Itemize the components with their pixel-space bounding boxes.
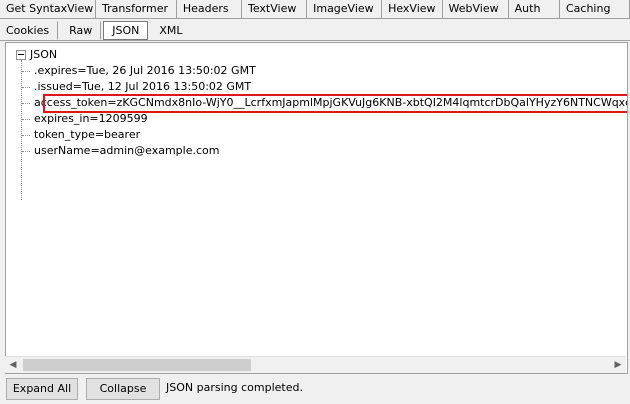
tab-raw[interactable]: Raw xyxy=(60,20,102,40)
inspector-tabs: Get SyntaxView Transformer Headers TextV… xyxy=(0,0,630,20)
tree-node-label: .expires=Tue, 26 Jul 2016 13:50:02 GMT xyxy=(34,64,256,77)
tab-textview[interactable]: TextView xyxy=(241,0,308,19)
tab-transformer[interactable]: Transformer xyxy=(96,0,177,19)
tab-caching[interactable]: Caching xyxy=(559,0,630,19)
tab-get-syntaxview[interactable]: Get SyntaxView xyxy=(0,0,96,19)
tab-auth[interactable]: Auth xyxy=(508,0,560,19)
tab-json[interactable]: JSON xyxy=(103,20,149,40)
tab-cookies[interactable]: Cookies xyxy=(0,20,59,40)
tree-node-label: .issued=Tue, 12 Jul 2016 13:50:02 GMT xyxy=(34,80,252,93)
expand-all-button[interactable]: Expand All xyxy=(6,378,78,400)
tree-root-label: JSON xyxy=(30,48,58,61)
horizontal-scrollbar[interactable]: ◀ ▶ xyxy=(5,356,626,373)
response-subtabs: Cookies Raw JSON XML xyxy=(0,20,630,41)
tree-node-label: expires_in=1209599 xyxy=(34,112,148,125)
tree-connector-line xyxy=(21,60,23,200)
tab-xml[interactable]: XML xyxy=(150,21,191,40)
tab-imageview[interactable]: ImageView xyxy=(307,0,383,19)
bottom-toolbar: Expand All Collapse JSON parsing complet… xyxy=(0,376,630,400)
highlight-box xyxy=(43,94,627,113)
tree-node-label: userName=admin@example.com xyxy=(34,144,220,157)
json-tree-view[interactable]: JSON .expires=Tue, 26 Jul 2016 13:50:02 … xyxy=(5,42,628,374)
status-text: JSON parsing completed. xyxy=(166,381,303,394)
tab-webview[interactable]: WebView xyxy=(442,0,509,19)
collapse-node-icon[interactable] xyxy=(16,50,26,60)
collapse-button[interactable]: Collapse xyxy=(86,378,160,400)
scroll-right-icon[interactable]: ▶ xyxy=(610,357,626,373)
tab-hexview[interactable]: HexView xyxy=(382,0,443,19)
scroll-left-icon[interactable]: ◀ xyxy=(5,357,21,373)
scrollbar-thumb[interactable] xyxy=(23,359,251,371)
tree-node-label: token_type=bearer xyxy=(34,128,141,141)
tab-headers[interactable]: Headers xyxy=(176,0,242,19)
